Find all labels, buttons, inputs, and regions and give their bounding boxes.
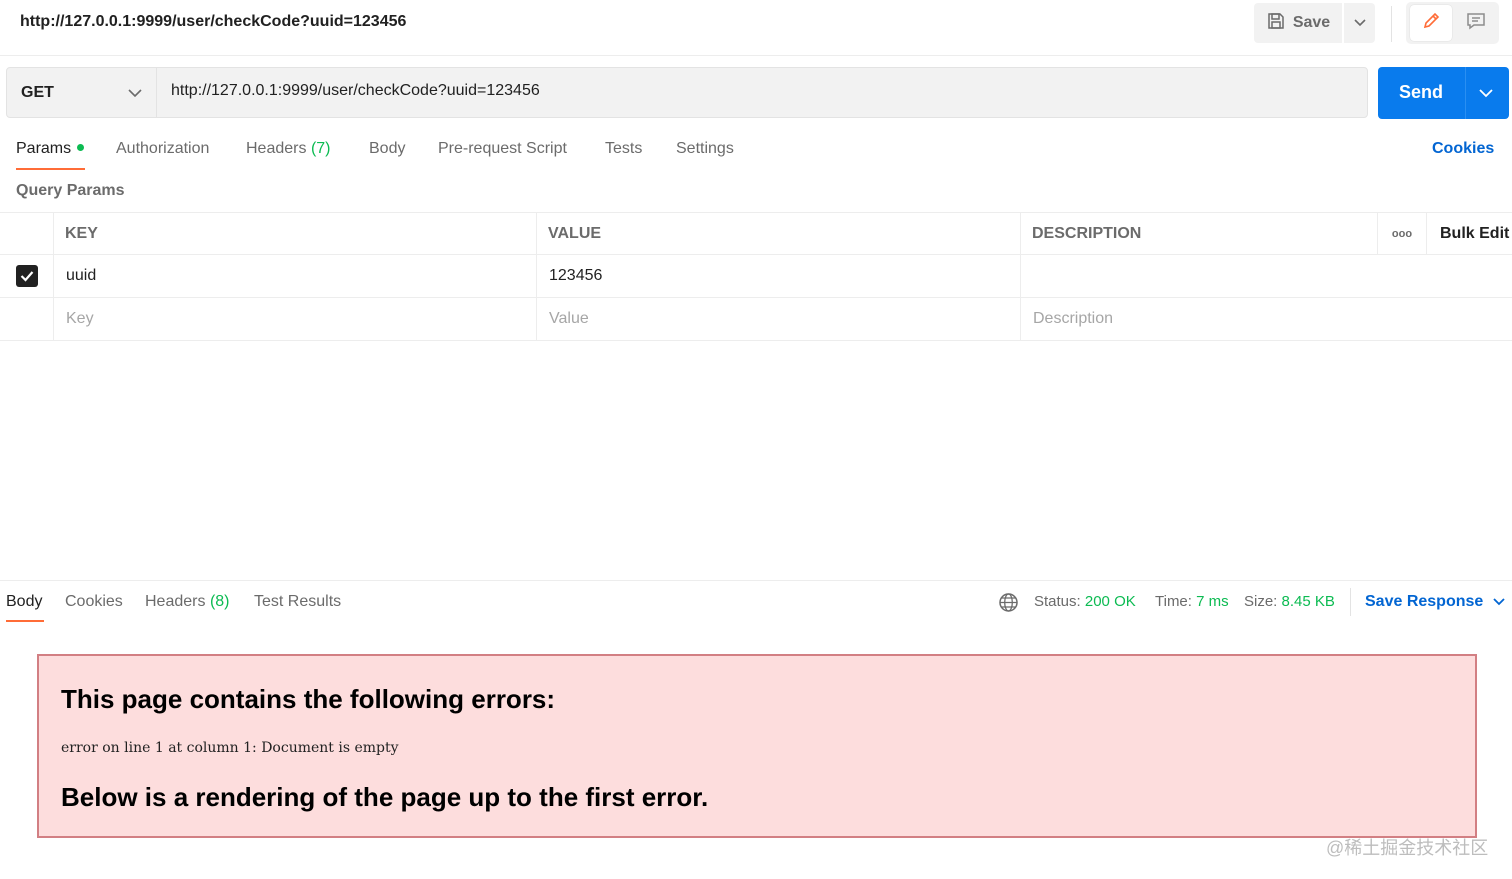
table-row-empty: Key Value Description [0,298,1512,341]
row-check-cell [0,298,54,340]
tab-headers[interactable]: Headers (7) [246,140,331,158]
parser-error-box: This page contains the following errors:… [37,654,1477,838]
globe-icon[interactable] [998,592,1019,618]
view-mode-toggle [1406,2,1499,44]
method-select[interactable]: GET [7,68,157,117]
save-response-button[interactable]: Save Response [1365,593,1505,611]
param-key-cell[interactable]: uuid [54,255,537,297]
header-key: KEY [54,213,537,255]
key-input[interactable]: Key [54,298,537,340]
active-tab-indicator [6,620,44,622]
header-value: VALUE [537,213,1021,255]
row-check-cell [0,255,54,297]
tab-label: Headers [145,593,206,610]
size-readout: Size: 8.45 KB [1244,593,1335,610]
status-label: Status: [1034,593,1081,610]
time-readout: Time: 7 ms [1155,593,1229,610]
status-readout: Status: 200 OK [1034,593,1136,610]
header-description: DESCRIPTION [1021,213,1378,255]
edit-mode-button[interactable] [1410,5,1452,41]
request-title[interactable]: http://127.0.0.1:9999/user/checkCode?uui… [20,13,406,31]
chevron-down-icon [1493,593,1505,611]
tab-label: Headers [246,140,307,157]
table-header-row: KEY VALUE DESCRIPTION ooo Bulk Edit [0,212,1512,255]
description-input[interactable]: Description [1021,298,1512,340]
save-icon [1266,11,1286,36]
tab-count: (8) [209,593,230,610]
tab-settings[interactable]: Settings [676,140,734,158]
comment-icon [1466,11,1486,36]
method-value: GET [21,83,54,101]
tab-label: Pre-request Script [438,140,567,157]
tab-body[interactable]: Body [369,140,405,158]
tab-label: Cookies [65,593,123,610]
params-active-dot [77,144,85,151]
size-value: 8.45 KB [1281,593,1335,610]
tab-tests[interactable]: Tests [605,140,642,158]
url-bar: GET http://127.0.0.1:9999/user/checkCode… [6,67,1368,118]
chevron-down-icon [128,84,142,102]
send-label: Send [1399,82,1444,102]
tab-label: Body [6,593,43,610]
param-value-cell[interactable]: 123456 [537,255,1021,297]
save-button[interactable]: Save [1254,3,1342,43]
tab-label: Settings [676,140,734,157]
response-divider [0,580,1512,581]
response-tab-headers[interactable]: Headers (8) [145,593,230,611]
time-value: 7 ms [1196,593,1229,610]
size-label: Size: [1244,593,1278,610]
save-label: Save [1292,14,1331,31]
chevron-down-icon[interactable] [1479,85,1493,103]
tab-label: Test Results [254,593,342,610]
param-description-cell[interactable] [1021,255,1512,297]
save-response-label: Save Response [1365,593,1484,610]
tab-label: Tests [605,140,643,157]
response-tab-test-results[interactable]: Test Results [254,593,341,611]
bulk-edit-button[interactable]: Bulk Edit [1427,213,1512,255]
enable-checkbox[interactable] [15,265,38,287]
watermark: @稀土掘金技术社区 [1326,838,1489,858]
tab-label: Authorization [116,140,210,157]
active-tab-indicator [16,168,85,170]
tab-label: Body [369,140,406,157]
query-params-title: Query Params [16,182,125,199]
value-input[interactable]: Value [537,298,1021,340]
request-header-bar: http://127.0.0.1:9999/user/checkCode?uui… [0,0,1512,56]
error-footer: Below is a rendering of the page up to t… [61,782,709,812]
comments-mode-button[interactable] [1456,5,1496,41]
table-row: uuid 123456 [0,255,1512,298]
divider [1350,588,1351,616]
cookies-link[interactable]: Cookies [1432,140,1494,158]
header-check-cell [0,213,54,255]
tab-count: (7) [310,140,331,157]
divider [1391,6,1392,42]
tab-authorization[interactable]: Authorization [116,140,209,158]
send-button[interactable]: Send [1378,67,1509,119]
response-tab-cookies[interactable]: Cookies [65,593,123,611]
pencil-icon [1421,11,1441,36]
error-detail: error on line 1 at column 1: Document is… [61,740,399,756]
more-options-icon[interactable]: ooo [1378,213,1427,255]
chevron-down-icon [1353,14,1366,32]
tab-label: Params [16,140,72,157]
url-input[interactable]: http://127.0.0.1:9999/user/checkCode?uui… [171,82,540,100]
tab-params[interactable]: Params [16,140,85,158]
error-heading: This page contains the following errors: [61,684,556,714]
save-options-button[interactable] [1344,3,1375,43]
tab-pre-request-script[interactable]: Pre-request Script [438,140,567,158]
send-divider [1465,67,1466,119]
response-tab-body[interactable]: Body [6,593,42,611]
status-value: 200 OK [1084,593,1136,610]
time-label: Time: [1155,593,1192,610]
